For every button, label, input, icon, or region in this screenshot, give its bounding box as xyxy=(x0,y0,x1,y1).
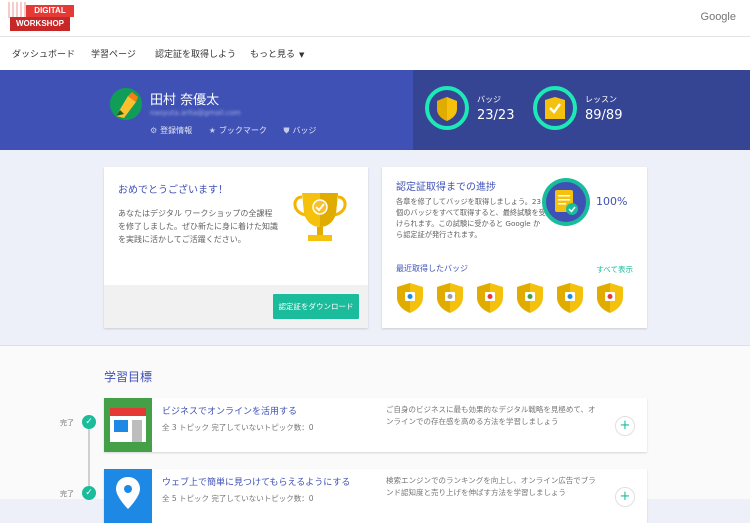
check-icon: ✓ xyxy=(82,415,96,429)
progress-card: 認定証取得までの進捗 各章を修了してバッジを取得しましょう。23 個のバッジをす… xyxy=(382,167,647,328)
digital-workshop-logo[interactable]: DIGITAL WORKSHOP xyxy=(8,2,78,34)
progress-percent: 100% xyxy=(596,195,628,208)
stat-badges-label: バッジ xyxy=(477,95,501,104)
user-email: naoyuta.arita@gmail.com xyxy=(150,109,241,117)
nav-learning[interactable]: 学習ページ xyxy=(91,47,136,60)
goal-2-done-label: 完了 xyxy=(60,490,74,498)
logo-line-1: DIGITAL xyxy=(26,5,74,17)
badge-shield-icon xyxy=(396,282,424,314)
lesson-check-icon xyxy=(533,86,577,130)
map-pin-icon xyxy=(104,469,152,523)
check-icon: ✓ xyxy=(82,486,96,500)
badge-shield-icon xyxy=(516,282,544,314)
profile-link-bookmarks[interactable]: ★ ブックマーク xyxy=(209,126,267,135)
trophy-icon xyxy=(290,191,350,251)
nav-dashboard[interactable]: ダッシュボード xyxy=(12,47,75,60)
goal-1-done-label: 完了 xyxy=(60,419,74,427)
top-bar: DIGITAL WORKSHOP Google xyxy=(0,0,750,36)
goal-2-name: ウェブ上で簡単に見つけてもらえるようにする xyxy=(162,478,351,488)
congrats-card: おめでとうございます！ あなたはデジタル ワークショップの全課程を修了しました。… xyxy=(104,167,368,328)
progress-title: 認定証取得までの進捗 xyxy=(396,182,496,193)
stat-lessons-value: 89/89 xyxy=(585,108,623,123)
goal-1-name: ビジネスでオンラインを活用する xyxy=(162,407,298,417)
progress-body: 各章を修了してバッジを取得しましょう。23 個のバッジをすべて取得すると、最終試… xyxy=(396,197,546,239)
nav-certificate[interactable]: 認定証を取得しよう xyxy=(155,47,236,60)
shield-icon: ⛊ xyxy=(283,126,290,135)
profile-link-settings[interactable]: ⚙ 登録情報 xyxy=(150,126,192,135)
gear-icon: ⚙ xyxy=(150,126,158,135)
profile-link-badges[interactable]: ⛊ バッジ xyxy=(283,126,316,135)
stat-lessons-label: レッスン xyxy=(585,95,617,104)
stat-badges-value: 23/23 xyxy=(477,108,515,123)
goal-2-desc: 検索エンジンでのランキングを向上し、オンライン広告でブランド認知度と売り上げを伸… xyxy=(386,476,596,497)
certificate-progress-ring xyxy=(542,178,590,226)
badge-shield-icon xyxy=(476,282,504,314)
profile-links: ⚙ 登録情報 ★ ブックマーク ⛊ バッジ xyxy=(150,125,330,136)
nav-more[interactable]: もっと見る ▼ xyxy=(250,47,304,60)
badge-shield-icon xyxy=(425,86,469,130)
nav-more-label: もっと見る xyxy=(250,50,296,60)
recent-badges xyxy=(396,282,636,316)
avatar[interactable] xyxy=(110,88,142,120)
badge-shield-icon xyxy=(596,282,624,314)
profile-band: 田村 奈優太 naoyuta.arita@gmail.com ⚙ 登録情報 ★ ブッ… xyxy=(0,70,750,150)
goal-1-desc: ご自身のビジネスに最も効果的なデジタル戦略を見極めて、オンラインでの存在感を高め… xyxy=(386,405,596,426)
main-nav: ダッシュボード 学習ページ 認定証を取得しよう もっと見る ▼ xyxy=(0,36,750,70)
see-all-link[interactable]: すべて表示 xyxy=(596,264,633,275)
expand-plus-icon[interactable]: + xyxy=(615,416,635,436)
download-certificate-button[interactable]: 認定証をダウンロード xyxy=(273,294,359,319)
logo-line-2: WORKSHOP xyxy=(10,17,70,31)
congrats-body: あなたはデジタル ワークショップの全課程を修了しました。ぜひ新たに身に着けた知識… xyxy=(118,209,278,244)
storefront-icon xyxy=(104,398,152,452)
goal-card[interactable]: ウェブ上で簡単に見つけてもらえるようにする 全 5 トピック 完了していないトピ… xyxy=(104,469,647,523)
badge-shield-icon xyxy=(436,282,464,314)
recent-badges-label: 最近取得したバッジ xyxy=(396,264,468,273)
expand-plus-icon[interactable]: + xyxy=(615,487,635,507)
badge-shield-icon xyxy=(556,282,584,314)
certificate-scroll-icon xyxy=(555,190,578,215)
star-icon: ★ xyxy=(208,126,216,135)
avatar-pen-icon xyxy=(110,88,142,120)
user-name: 田村 奈優太 xyxy=(150,93,220,108)
congrats-footer: 認定証をダウンロード xyxy=(104,285,368,328)
congrats-title: おめでとうございます！ xyxy=(118,185,228,196)
goals-title: 学習目標 xyxy=(104,370,153,384)
goal-1-meta: 全 3 トピック 完了していないトピック数：0 xyxy=(162,423,314,432)
goal-card[interactable]: ビジネスでオンラインを活用する 全 3 トピック 完了していないトピック数：0 … xyxy=(104,398,647,452)
chevron-down-icon: ▼ xyxy=(299,51,305,59)
stats-panel: バッジ 23/23 レッスン 89/89 xyxy=(413,70,750,150)
google-wordmark: Google xyxy=(700,11,736,23)
